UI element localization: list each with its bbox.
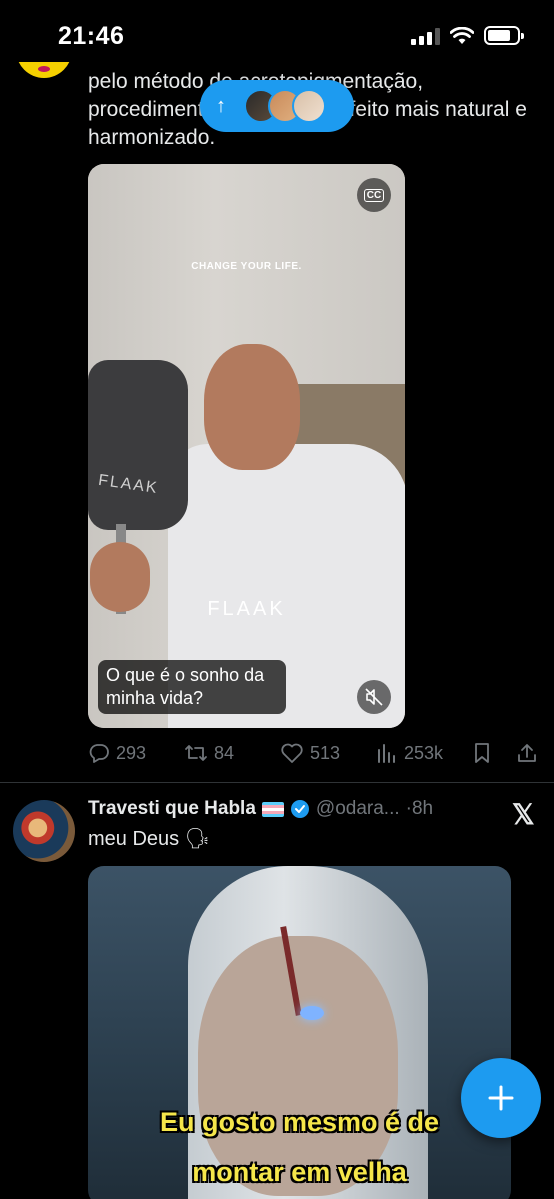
tweet-text: meu Deus 🗣 xyxy=(88,828,211,850)
repost-icon xyxy=(185,745,207,761)
heart-icon xyxy=(281,743,303,763)
author-name[interactable]: Travesti que Habla xyxy=(88,798,256,820)
signal-icon xyxy=(411,27,440,45)
avatar[interactable] xyxy=(13,800,75,862)
video-caption: O que é o sonho da minha vida? xyxy=(98,660,286,714)
reply-button[interactable]: 293 xyxy=(88,742,146,764)
video-tagline: CHANGE YOUR LIFE. xyxy=(191,261,302,272)
share-icon xyxy=(518,744,536,762)
author-handle[interactable]: @odara... xyxy=(316,798,400,820)
share-button[interactable] xyxy=(516,742,538,764)
muted-speaker-icon xyxy=(365,688,383,706)
battery-icon xyxy=(484,26,524,45)
tweet-header: Travesti que Habla @odara... ·8h xyxy=(88,798,488,820)
bookmark-icon xyxy=(475,743,489,763)
trans-flag-icon xyxy=(261,801,284,817)
like-button[interactable]: 513 xyxy=(280,742,340,764)
plus-icon xyxy=(488,1085,514,1111)
verified-badge-icon xyxy=(290,800,309,818)
compose-button[interactable] xyxy=(461,1058,541,1138)
repost-count: 84 xyxy=(214,742,235,763)
bookmark-button[interactable] xyxy=(472,742,492,764)
tweet-actions: 293 84 513 253k xyxy=(88,738,540,768)
clock: 21:46 xyxy=(58,22,125,50)
meme-text-line1: Eu gosto mesmo é de xyxy=(159,1107,440,1137)
tweet-time: ·8h xyxy=(405,798,434,819)
like-count: 513 xyxy=(310,742,341,763)
reply-icon xyxy=(89,744,109,763)
status-bar: 21:46 xyxy=(0,0,554,70)
arrow-up-icon: ↑ xyxy=(216,94,226,117)
video-brand: FLAAK xyxy=(207,598,286,620)
video-player[interactable]: FLAAK CHANGE YOUR LIFE. FLAAK CC O que é… xyxy=(88,164,405,728)
reply-count: 293 xyxy=(116,742,147,763)
repost-button[interactable]: 84 xyxy=(184,742,234,764)
mute-button[interactable] xyxy=(357,680,391,714)
new-posts-button[interactable]: ↑ xyxy=(200,80,354,132)
meme-text-line2: montar em velha xyxy=(192,1157,407,1187)
views-icon xyxy=(378,744,395,763)
wifi-icon xyxy=(450,26,474,44)
new-posts-avatars xyxy=(244,89,326,123)
view-count: 253k xyxy=(404,742,444,763)
captions-button[interactable]: CC xyxy=(357,178,391,212)
divider xyxy=(0,782,554,783)
cc-icon: CC xyxy=(363,188,385,202)
tweet-image[interactable]: Eu gosto mesmo é de montar em velha xyxy=(88,866,511,1199)
views-button[interactable]: 253k xyxy=(376,742,443,764)
x-logo-icon: 𝕏 xyxy=(512,799,535,830)
